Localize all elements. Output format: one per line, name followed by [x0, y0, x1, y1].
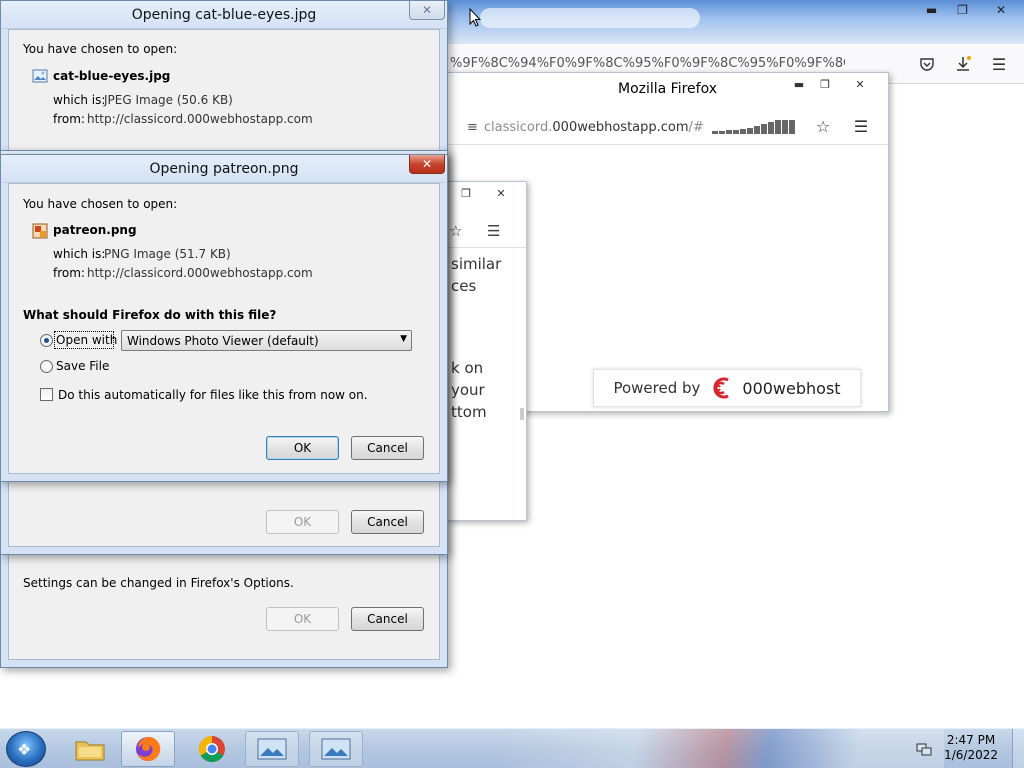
start-button[interactable]: ❖	[6, 731, 46, 767]
auto-action-label[interactable]: Do this automatically for files like thi…	[58, 388, 368, 402]
close-button[interactable]: ✕	[838, 75, 882, 93]
taskbar: ❖ 2:47 PM 1/6/2022	[0, 728, 1024, 768]
bookmark-star-icon[interactable]: ☆	[812, 115, 834, 137]
page-text: ces	[451, 277, 477, 295]
file-type: JPEG Image (50.6 KB)	[104, 93, 233, 107]
chevron-down-icon: ▼	[400, 334, 407, 344]
dialog-close-button[interactable]: ✕	[409, 155, 445, 174]
clock-time: 2:47 PM	[946, 733, 996, 747]
file-name: cat-blue-eyes.jpg	[53, 69, 171, 83]
ok-button[interactable]: OK	[266, 436, 339, 460]
menu-icon[interactable]: ☰	[988, 53, 1010, 75]
open-with-label[interactable]: Open with	[56, 333, 117, 347]
powered-brand: 000webhost	[742, 378, 841, 398]
taskbar-explorer[interactable]	[63, 731, 117, 767]
url-bar[interactable]: ≡ classicord.000webhostapp.com/#	[467, 115, 807, 139]
auto-action-checkbox[interactable]	[40, 388, 53, 401]
dialog-title: Opening cat-blue-eyes.jpg	[131, 7, 317, 23]
which-is-label: which is:	[53, 93, 106, 107]
page-text: similar	[451, 255, 502, 273]
window-caption-buttons: ▬ ❐ ✕	[916, 0, 1024, 20]
clock-date: 1/6/2022	[944, 748, 998, 762]
mouse-cursor-icon	[469, 8, 481, 27]
webhost-logo-icon	[713, 377, 730, 399]
site-settings-icon[interactable]: ≡	[467, 120, 478, 135]
minimize-button[interactable]: ▬	[916, 0, 947, 20]
from-label: from:	[53, 266, 85, 280]
url-toolbar: ☆ ☰	[447, 218, 526, 248]
pocket-icon[interactable]	[916, 53, 938, 75]
open-with-select[interactable]: Windows Photo Viewer (default) ▼	[121, 330, 412, 351]
cancel-button[interactable]: Cancel	[351, 436, 424, 460]
minimize-button[interactable]: ▬	[786, 75, 812, 93]
which-is-label: which is:	[53, 247, 106, 261]
menu-icon[interactable]: ☰	[850, 115, 872, 137]
taskbar-chrome[interactable]	[185, 731, 239, 767]
close-button[interactable]: ✕	[978, 0, 1024, 20]
restore-button[interactable]: ❐	[812, 75, 838, 93]
file-type: PNG Image (51.7 KB)	[104, 247, 231, 261]
windows-logo-icon: ❖	[17, 740, 32, 759]
open-with-radio[interactable]	[40, 334, 53, 347]
download-icon[interactable]	[952, 53, 974, 75]
taskbar-photo-viewer-2[interactable]	[309, 731, 363, 767]
bookmark-star-icon[interactable]: ☆	[449, 222, 462, 240]
taskbar-firefox[interactable]	[121, 731, 175, 767]
download-dialog-patreon: Opening patreon.png ✕ You have chosen to…	[0, 154, 448, 482]
dialog-body: You have chosen to open: patreon.png whi…	[8, 183, 440, 474]
page-text: k on	[451, 359, 484, 377]
photo-icon	[321, 738, 351, 760]
page-text: your	[451, 381, 485, 399]
save-file-label[interactable]: Save File	[56, 359, 109, 373]
from-label: from:	[53, 112, 85, 126]
action-question: What should Firefox do with this file?	[23, 308, 277, 322]
save-file-radio[interactable]	[40, 360, 53, 373]
url-bar-text[interactable]: %9F%8C%94%F0%9F%8C%95%F0%9F%8C%95%F0%9F%…	[450, 56, 845, 71]
chosen-label: You have chosen to open:	[23, 197, 178, 211]
image-file-icon	[32, 69, 48, 83]
url-toolbar: ≡ classicord.000webhostapp.com/# ☆ ☰	[447, 109, 888, 145]
restore-button[interactable]: ❐	[453, 184, 479, 202]
scrollbar[interactable]	[520, 408, 524, 420]
chrome-icon	[198, 735, 225, 763]
photo-icon	[257, 738, 287, 760]
url-text: classicord.000webhostapp.com/#	[483, 119, 704, 135]
firefox-icon	[136, 736, 161, 761]
window-titlebar: Mozilla Firefox ▬ ❐ ✕	[447, 73, 888, 105]
firefox-popup-window-2: ❐ ✕ ☆ ☰ similar ces k on your ttom	[446, 181, 527, 521]
powered-label: Powered by	[613, 379, 701, 397]
settings-note: Settings can be changed in Firefox's Opt…	[23, 576, 294, 590]
network-icon[interactable]	[916, 741, 932, 757]
file-name: patreon.png	[53, 223, 137, 237]
file-source: http://classicord.000webhostapp.com	[87, 112, 313, 126]
dialog-title: Opening patreon.png	[149, 161, 299, 177]
powered-by-badge[interactable]: Powered by 000webhost	[593, 369, 861, 407]
ok-button[interactable]: OK	[266, 510, 339, 534]
dialog-close-button[interactable]: ✕	[409, 1, 445, 20]
wallpaper-peek	[504, 729, 944, 768]
restore-button[interactable]: ❐	[947, 0, 978, 20]
folder-icon	[75, 741, 105, 761]
chosen-label: You have chosen to open:	[23, 42, 178, 56]
taskbar-photo-viewer-1[interactable]	[245, 731, 299, 767]
page-text: ttom	[451, 403, 487, 421]
ok-button[interactable]: OK	[266, 607, 339, 631]
system-clock[interactable]: 2:47 PM 1/6/2022	[944, 733, 998, 763]
url-obscured-glyphs	[711, 120, 795, 134]
open-with-value: Windows Photo Viewer (default)	[127, 334, 319, 348]
close-button[interactable]: ✕	[479, 184, 523, 202]
cancel-button[interactable]: Cancel	[351, 510, 424, 534]
cancel-button[interactable]: Cancel	[351, 607, 424, 631]
file-source: http://classicord.000webhostapp.com	[87, 266, 313, 280]
show-desktop-button[interactable]	[1012, 729, 1024, 768]
png-file-icon	[32, 223, 48, 239]
menu-icon[interactable]: ☰	[487, 222, 500, 240]
